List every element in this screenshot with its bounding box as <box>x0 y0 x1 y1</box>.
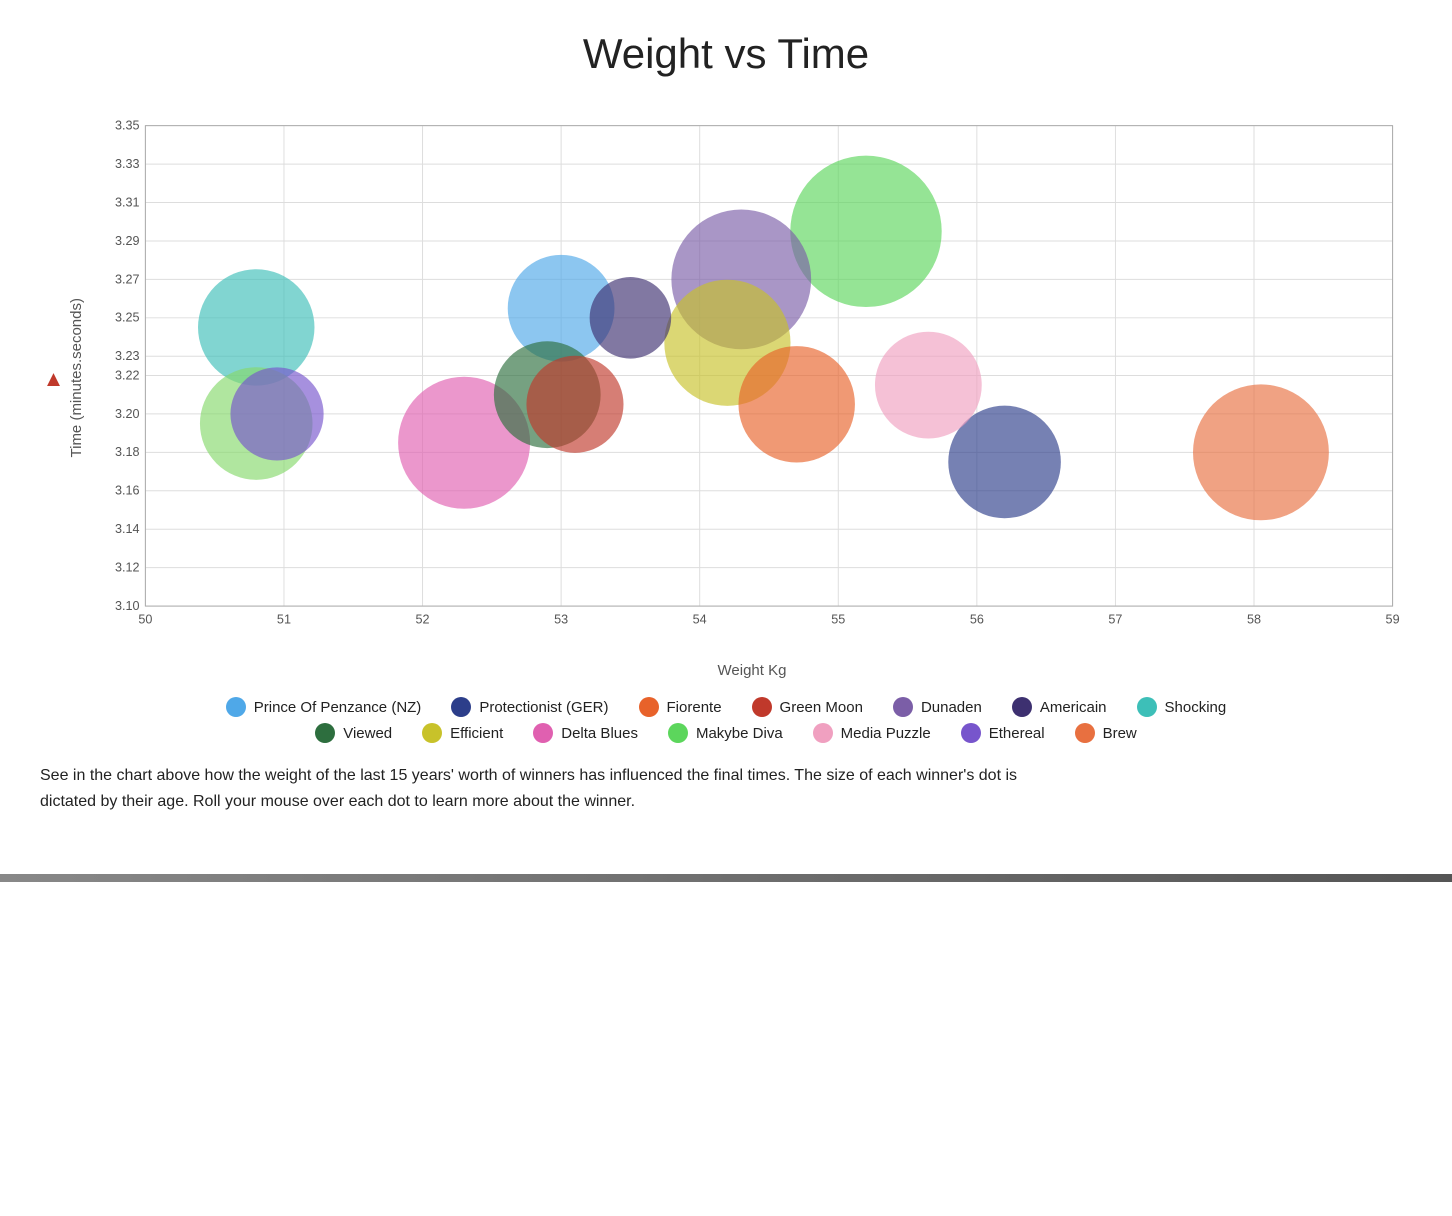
legend-item: Media Puzzle <box>813 723 931 743</box>
svg-text:53: 53 <box>554 613 568 627</box>
svg-text:3.12: 3.12 <box>115 561 140 575</box>
svg-text:52: 52 <box>416 613 430 627</box>
bottom-bar <box>0 874 1452 882</box>
x-axis-label: Weight Kg <box>92 662 1412 679</box>
legend-dot <box>961 723 981 743</box>
svg-text:3.18: 3.18 <box>115 445 140 459</box>
legend-label: Shocking <box>1165 699 1227 716</box>
svg-text:59: 59 <box>1386 613 1400 627</box>
svg-text:3.27: 3.27 <box>115 272 140 286</box>
legend-item: Protectionist (GER) <box>451 697 608 717</box>
svg-text:50: 50 <box>138 613 152 627</box>
legend-label: Brew <box>1103 725 1137 742</box>
svg-text:3.29: 3.29 <box>115 234 140 248</box>
svg-text:57: 57 <box>1108 613 1122 627</box>
y-axis-label: Time (minutes.seconds) <box>68 298 85 458</box>
svg-text:3.31: 3.31 <box>115 195 140 209</box>
legend-label: Ethereal <box>989 725 1045 742</box>
legend-dot <box>813 723 833 743</box>
svg-text:3.20: 3.20 <box>115 407 140 421</box>
legend-label: Delta Blues <box>561 725 638 742</box>
page: Weight vs Time ▲ Time (minutes.seconds) … <box>0 0 1452 844</box>
legend-label: Media Puzzle <box>841 725 931 742</box>
legend-item: Green Moon <box>752 697 863 717</box>
svg-text:58: 58 <box>1247 613 1261 627</box>
y-arrow-icon: ▲ <box>40 366 66 391</box>
legend-dot <box>1075 723 1095 743</box>
chart-container: 3.10 3.12 3.14 3.16 3.18 3.20 3.22 3.23 3.25 3.27… <box>92 98 1412 658</box>
svg-text:3.10: 3.10 <box>115 599 140 613</box>
svg-text:51: 51 <box>277 613 291 627</box>
legend-item: Dunaden <box>893 697 982 717</box>
chart-svg: 3.10 3.12 3.14 3.16 3.18 3.20 3.22 3.23 3.25 3.27… <box>92 98 1412 658</box>
svg-text:54: 54 <box>693 613 707 627</box>
svg-text:3.33: 3.33 <box>115 157 140 171</box>
legend-item: Viewed <box>315 723 392 743</box>
legend: Prince Of Penzance (NZ) Protectionist (GE… <box>40 697 1412 743</box>
legend-label: Fiorente <box>667 699 722 716</box>
legend-dot <box>752 697 772 717</box>
legend-dot <box>226 697 246 717</box>
legend-item: Americain <box>1012 697 1107 717</box>
legend-item: Delta Blues <box>533 723 638 743</box>
legend-item: Brew <box>1075 723 1137 743</box>
svg-text:3.23: 3.23 <box>115 349 140 363</box>
legend-label: Americain <box>1040 699 1107 716</box>
legend-item: Prince Of Penzance (NZ) <box>226 697 422 717</box>
legend-label: Green Moon <box>780 699 863 716</box>
legend-label: Makybe Diva <box>696 725 783 742</box>
legend-label: Viewed <box>343 725 392 742</box>
legend-dot <box>315 723 335 743</box>
description: See in the chart above how the weight of… <box>40 763 1040 814</box>
svg-text:55: 55 <box>831 613 845 627</box>
legend-dot <box>1012 697 1032 717</box>
svg-text:3.22: 3.22 <box>115 368 140 382</box>
chart-title: Weight vs Time <box>40 30 1412 78</box>
svg-text:3.35: 3.35 <box>115 119 140 133</box>
legend-dot <box>668 723 688 743</box>
legend-dot <box>451 697 471 717</box>
legend-label: Dunaden <box>921 699 982 716</box>
legend-item: Efficient <box>422 723 503 743</box>
legend-dot <box>893 697 913 717</box>
legend-item: Ethereal <box>961 723 1045 743</box>
legend-item: Fiorente <box>639 697 722 717</box>
legend-row-1: Prince Of Penzance (NZ) Protectionist (GE… <box>40 697 1412 717</box>
legend-item: Makybe Diva <box>668 723 783 743</box>
svg-text:56: 56 <box>970 613 984 627</box>
svg-text:3.25: 3.25 <box>115 311 140 325</box>
legend-dot <box>533 723 553 743</box>
svg-text:3.16: 3.16 <box>115 484 140 498</box>
legend-dot <box>422 723 442 743</box>
legend-row-2: Viewed Efficient Delta Blues Makybe Diva Med… <box>40 723 1412 743</box>
legend-item: Shocking <box>1137 697 1227 717</box>
svg-text:3.14: 3.14 <box>115 522 140 536</box>
legend-label: Efficient <box>450 725 503 742</box>
legend-dot <box>639 697 659 717</box>
legend-label: Protectionist (GER) <box>479 699 608 716</box>
legend-dot <box>1137 697 1157 717</box>
legend-label: Prince Of Penzance (NZ) <box>254 699 422 716</box>
